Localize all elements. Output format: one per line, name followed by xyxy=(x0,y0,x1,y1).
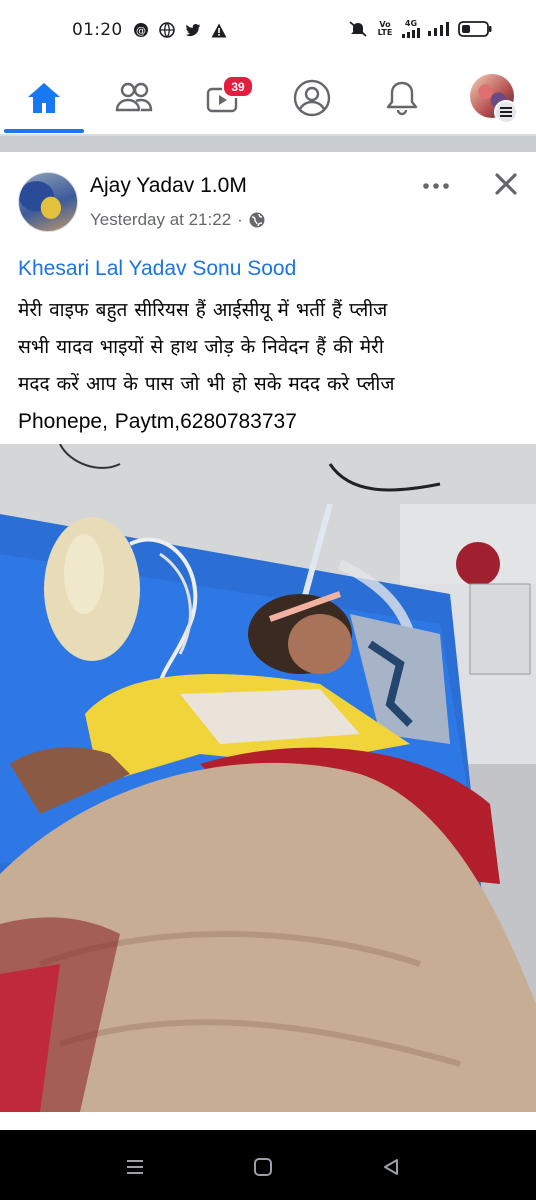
nav-notifications[interactable] xyxy=(380,76,424,120)
menu-icon[interactable] xyxy=(494,100,518,124)
nav-friends[interactable] xyxy=(112,76,156,120)
post-line: Phonepe, Paytm,6280783737 xyxy=(18,410,297,433)
volte-icon: Vo LTE xyxy=(377,20,393,37)
nav-watch[interactable]: 39 xyxy=(202,75,254,120)
home-square-icon xyxy=(254,1158,272,1176)
tagged-people[interactable]: Khesari Lal Yadav Sonu Sood xyxy=(18,257,296,281)
threads-icon: @ xyxy=(133,22,149,38)
recent-apps-icon xyxy=(127,1160,143,1174)
warning-icon xyxy=(211,22,227,38)
post-meta: Yesterday at 21:22 · xyxy=(90,210,265,230)
post-line: मदद करें आप के पास जो भी हो सके मदद करे … xyxy=(18,373,395,395)
close-icon xyxy=(495,173,517,195)
notifications-icon xyxy=(386,81,418,116)
status-time: 01:20 xyxy=(72,20,123,40)
globe-icon xyxy=(249,212,265,228)
hospital-photo-image xyxy=(0,444,536,1112)
status-bar: 01:20 @ Vo LTE 4G xyxy=(0,0,536,64)
system-navigation-bar xyxy=(0,1130,536,1200)
recent-apps-button[interactable] xyxy=(120,1152,150,1182)
more-options-button[interactable] xyxy=(420,172,452,200)
post-timestamp[interactable]: Yesterday at 21:22 xyxy=(90,210,231,230)
friends-icon xyxy=(115,82,153,112)
signal-icon xyxy=(428,21,450,37)
post-text: मेरी वाइफ बहुत सीरियस हैं आईसीयू में भर्… xyxy=(18,292,523,440)
nav-active-indicator xyxy=(4,129,84,133)
post-card: Ajay Yadav 1.0M Yesterday at 21:22 · Khe… xyxy=(0,152,536,1130)
nav-profile[interactable] xyxy=(290,76,334,120)
mute-icon xyxy=(348,21,368,37)
author-avatar[interactable] xyxy=(18,172,78,232)
status-right: Vo LTE 4G xyxy=(348,20,492,38)
globe-icon xyxy=(158,22,175,38)
author-name[interactable]: Ajay Yadav 1.0M xyxy=(90,174,247,198)
more-icon xyxy=(423,183,449,189)
close-post-button[interactable] xyxy=(490,168,522,200)
twitter-icon xyxy=(185,22,201,38)
network-label: 4G xyxy=(404,19,418,28)
top-nav-bar: 39 xyxy=(0,64,536,136)
back-icon xyxy=(384,1159,398,1175)
network-4g-icon: 4G xyxy=(402,20,420,38)
post-photo[interactable] xyxy=(0,444,536,1112)
home-button[interactable] xyxy=(248,1152,278,1182)
meta-separator: · xyxy=(237,210,243,229)
post-line: सभी यादव भाइयों से हाथ जोड़ के निवेदन है… xyxy=(18,336,384,358)
status-left: 01:20 @ xyxy=(72,20,227,40)
post-line: मेरी वाइफ बहुत सीरियस हैं आईसीयू में भर्… xyxy=(18,299,388,321)
watch-badge: 39 xyxy=(222,75,254,98)
nav-home[interactable] xyxy=(22,76,66,120)
profile-icon xyxy=(293,79,331,117)
home-icon xyxy=(28,83,60,113)
back-button[interactable] xyxy=(376,1152,406,1182)
battery-icon xyxy=(458,21,492,37)
svg-text:@: @ xyxy=(136,26,146,37)
